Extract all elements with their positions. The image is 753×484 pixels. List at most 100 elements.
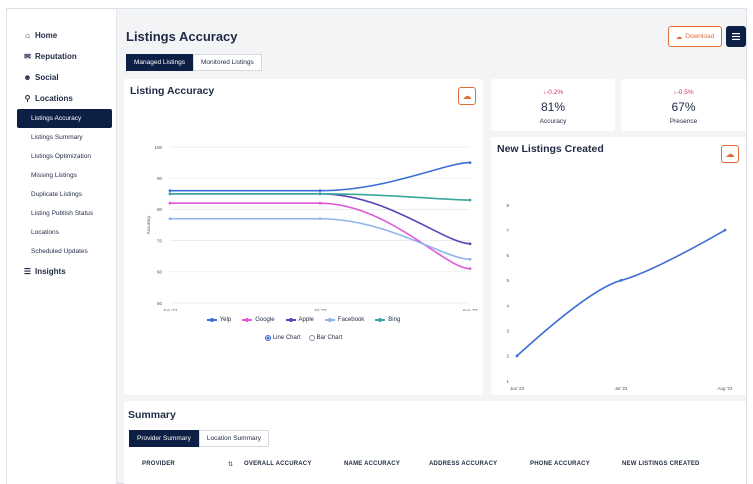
legend-label: Google [255,317,275,323]
sidebar-subitem-duplicate-listings[interactable]: Duplicate Listings [7,185,116,204]
stat-change-value: -0.2% [546,89,564,96]
sidebar-item-label: Insights [35,266,66,276]
stat-value: 67% [671,100,696,114]
sidebar-subitem-missing-listings[interactable]: Missing Listings [7,166,116,185]
sidebar-subitem-listings-summary[interactable]: Listings Summary [7,128,116,147]
y-tick-label: 1 [506,379,509,384]
y-tick-label: 4 [506,303,509,308]
main-content: Listings Accuracy ☁ Download Managed Lis… [118,9,748,484]
legend-swatch [285,318,296,322]
y-tick-label: 70 [157,238,163,243]
radio-bar-chart[interactable]: Bar Chart [308,335,343,341]
location-pin-icon: ⚲ [24,93,31,103]
column-header-phone-accuracy[interactable]: PHONE ACCURACY [530,461,590,467]
sidebar-subitem-label: Missing Listings [31,171,77,179]
sidebar-item-insights[interactable]: ☰ Insights [7,261,116,281]
stat-card-presence: ↓-0.5% 67% Presence [621,79,746,131]
tab-monitored-listings[interactable]: Monitored Listings [192,54,262,71]
y-tick-label: 7 [506,228,509,233]
y-tick-label: 50 [157,301,163,306]
data-point [619,279,623,282]
column-header-name-accuracy[interactable]: NAME ACCURACY [344,461,400,467]
sidebar-subitem-scheduled-updates[interactable]: Scheduled Updates [7,242,116,261]
download-button[interactable]: ☁ Download [668,26,722,47]
hamburger-icon [732,33,740,40]
sidebar-item-label: Social [35,72,59,82]
sort-icon[interactable]: ⇅ [228,461,233,468]
y-tick-label: 2 [506,354,509,359]
y-axis-label: Accuracy [146,215,151,234]
column-header-new-listings-created[interactable]: NEW LISTINGS CREATED [622,461,700,467]
data-point [318,192,322,196]
legend-item[interactable]: Facebook [324,317,365,323]
data-point [723,228,727,232]
radio-unselected-icon [308,335,315,341]
data-point [515,354,519,358]
data-point [168,201,172,205]
data-point [468,257,472,261]
menu-button[interactable] [726,26,746,47]
data-point [468,267,472,271]
column-header-provider[interactable]: PROVIDER [142,461,175,467]
download-label: Download [685,33,715,40]
column-header-overall-accuracy[interactable]: OVERALL ACCURACY [244,461,312,467]
sidebar-item-label: Home [35,30,58,40]
listing-accuracy-chart: 50 60 70 80 90 100 Jun '23 Jul '23 Aug '23 Accura… [146,145,478,311]
legend-label: Apple [298,317,314,323]
home-icon: ⌂ [25,30,30,40]
insights-icon: ☰ [23,266,32,276]
summary-tabs: Provider Summary Location Summary [129,430,270,447]
column-header-address-accuracy[interactable]: ADDRESS ACCURACY [429,461,497,467]
sidebar-item-locations[interactable]: ⚲ Locations [7,88,116,108]
legend-label: Bing [388,317,401,323]
radio-line-chart[interactable]: Line Chart [264,335,301,341]
x-tick-label: Jul '23 [615,386,628,391]
sidebar-subitem-listing-publish-status[interactable]: Listing Publish Status [7,204,111,223]
data-point [168,192,172,196]
radio-label: Line Chart [272,335,301,341]
legend-label: Yelp [219,317,232,323]
data-point [468,242,472,246]
tab-provider-summary[interactable]: Provider Summary [129,430,199,447]
sidebar-subitem-listings-optimization[interactable]: Listings Optimization [7,147,116,166]
chart-legend: Yelp Google Apple Facebook Bing [124,317,483,323]
data-point [468,198,472,202]
app-window: ⌂ Home ✉ Reputation ☻ Social ⚲ Locations… [6,8,747,484]
y-tick-label: 3 [506,329,509,334]
data-point [468,161,472,164]
new-listings-chart: 1 2 3 4 5 6 7 8 Jun '23 Jul '23 Aug '23 [506,203,733,391]
series-line [170,202,471,270]
radio-selected-icon [264,335,271,341]
chart-type-radio-group: Line Chart Bar Chart [124,335,483,341]
series-line [170,161,471,192]
legend-swatch [324,318,335,322]
sidebar-subitem-locations[interactable]: Locations [7,223,116,242]
sidebar-subitem-label: Listings Summary [31,133,83,141]
stat-change-value: -0.5% [676,89,694,96]
tab-location-summary[interactable]: Location Summary [198,430,270,447]
data-point [168,217,172,221]
sidebar-subitem-listings-accuracy[interactable]: Listings Accuracy [17,109,112,128]
page-title: Listings Accuracy [126,29,238,44]
y-tick-label: 100 [154,145,162,150]
sidebar-subitem-label: Listings Accuracy [31,114,82,122]
legend-item[interactable]: Google [242,317,275,323]
sidebar-item-social[interactable]: ☻ Social [7,67,116,87]
sidebar-item-label: Locations [35,93,73,103]
radio-label: Bar Chart [316,335,343,341]
summary-title: Summary [128,409,176,421]
legend-item[interactable]: Bing [375,317,400,323]
sidebar-item-home[interactable]: ⌂ Home [7,25,116,45]
legend-swatch [375,318,386,322]
legend-item[interactable]: Yelp [206,317,232,323]
x-tick-label: Jul '23 [314,308,327,311]
stat-change: ↓-0.2% [542,89,564,96]
legend-item[interactable]: Apple [285,317,314,323]
tab-managed-listings[interactable]: Managed Listings [126,54,193,71]
sidebar-item-reputation[interactable]: ✉ Reputation [7,46,116,66]
sidebar-subitem-label: Scheduled Updates [31,247,88,255]
sidebar-subitem-label: Duplicate Listings [31,190,82,198]
legend-label: Facebook [337,317,365,323]
legend-swatch [206,318,217,322]
y-tick-label: 8 [506,203,509,208]
